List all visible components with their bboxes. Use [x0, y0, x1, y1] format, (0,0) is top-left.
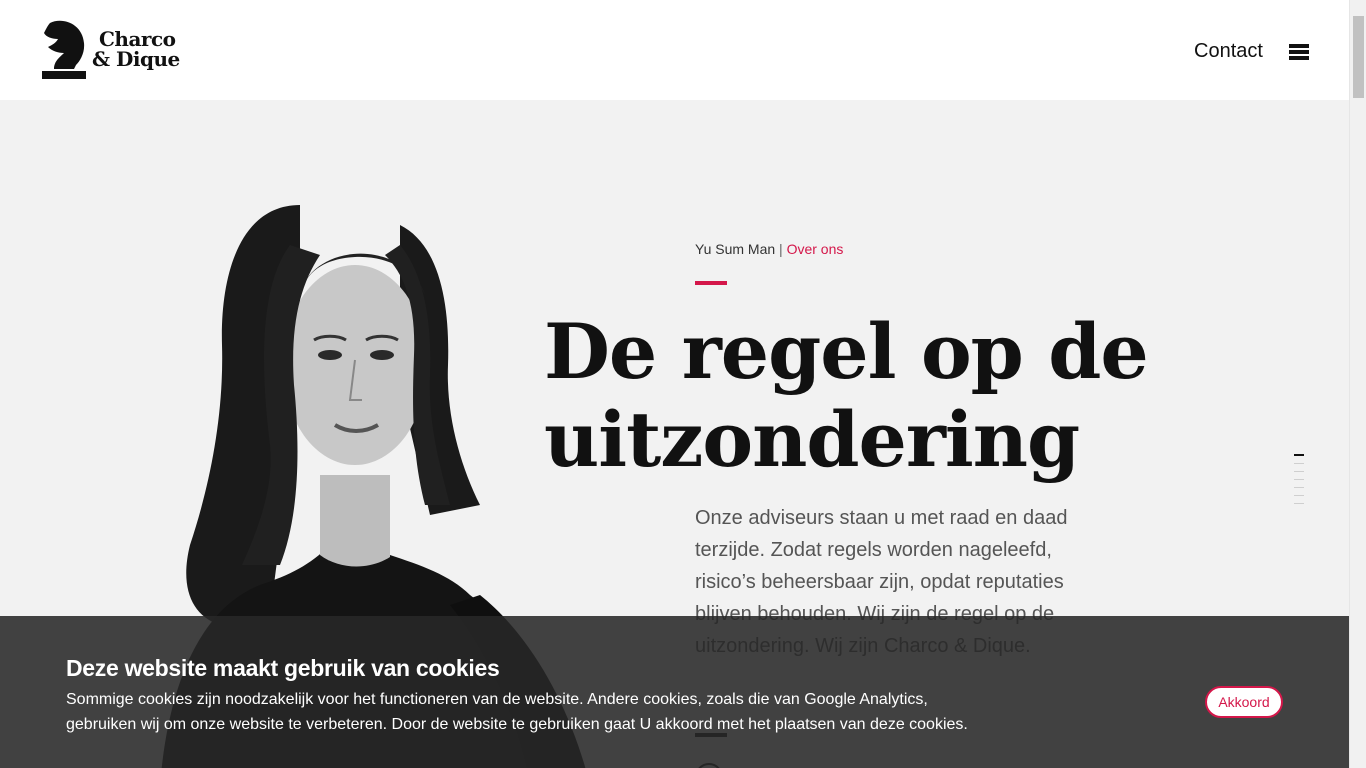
scrollbar-thumb[interactable]	[1353, 16, 1364, 98]
logo-line-1: Charco	[99, 27, 176, 51]
accept-cookies-button[interactable]: Akkoord	[1205, 686, 1283, 718]
breadcrumb-author: Yu Sum Man	[695, 241, 776, 257]
section-dot[interactable]	[1294, 471, 1304, 472]
knight-logo-icon	[42, 20, 86, 79]
section-dot[interactable]	[1294, 463, 1304, 464]
page-title: De regel op de uitzondering	[544, 308, 1164, 484]
section-navigation	[1294, 454, 1304, 511]
section-dot-active[interactable]	[1294, 454, 1304, 456]
cookie-banner: Deze website maakt gebruik van cookies S…	[0, 616, 1349, 768]
cookie-title: Deze website maakt gebruik van cookies	[66, 655, 500, 681]
accent-divider	[695, 281, 727, 285]
breadcrumb-link-over-ons[interactable]: Over ons	[787, 241, 844, 257]
section-dot[interactable]	[1294, 487, 1304, 488]
scrollbar[interactable]	[1349, 0, 1366, 768]
logo-line-2: & Dique	[92, 47, 180, 71]
contact-link[interactable]: Contact	[1194, 40, 1263, 63]
page-title-line-1: De regel op de	[544, 307, 1149, 396]
hamburger-menu-icon[interactable]	[1289, 44, 1309, 60]
section-dot[interactable]	[1294, 503, 1304, 504]
logo-wordmark: Charco & Dique	[92, 29, 180, 69]
cookie-text: Sommige cookies zijn noodzakelijk voor h…	[66, 691, 968, 733]
section-dot[interactable]	[1294, 479, 1304, 480]
logo[interactable]: Charco & Dique	[40, 18, 180, 80]
site-header: Charco & Dique Contact	[0, 0, 1349, 100]
breadcrumb: Yu Sum Man | Over ons	[695, 241, 843, 257]
page-title-line-2: uitzondering	[544, 395, 1080, 484]
section-dot[interactable]	[1294, 495, 1304, 496]
breadcrumb-separator: |	[779, 241, 783, 257]
